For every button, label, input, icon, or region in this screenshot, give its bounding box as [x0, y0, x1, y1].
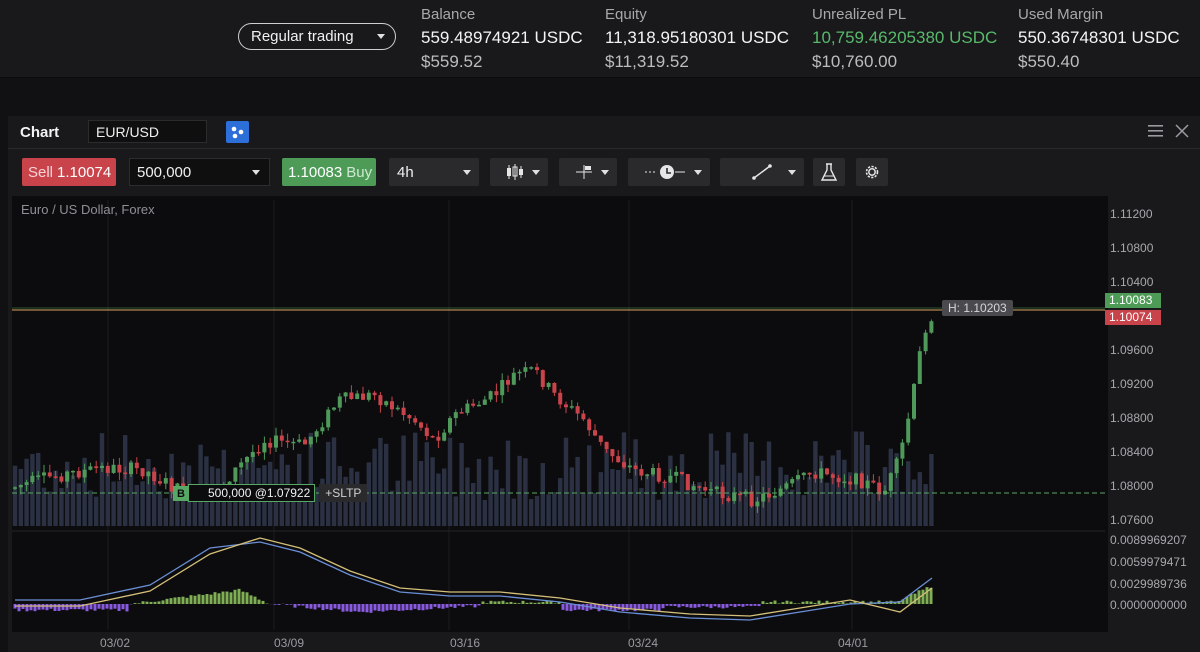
candlestick-icon	[507, 164, 523, 180]
macd-tick: 0.0089969207	[1110, 533, 1187, 547]
gear-icon	[865, 165, 879, 179]
balance-stat: Balance 559.48974921 USDC $559.52	[421, 6, 583, 72]
close-icon[interactable]	[1174, 123, 1190, 139]
macd-tick: 0.0000000000	[1110, 598, 1187, 612]
date-tick: 03/09	[274, 636, 305, 650]
time-scale-select[interactable]	[628, 158, 710, 186]
symbol-compare-button[interactable]	[226, 121, 249, 143]
caret-down-icon	[463, 169, 471, 175]
unrealized-pl-stat: Unrealized PL 10,759.46205380 USDC $10,7…	[812, 6, 997, 72]
hamburger-menu-icon[interactable]	[1148, 125, 1163, 137]
trading-mode-select[interactable]: Regular trading	[238, 23, 396, 50]
equity-value: 11,318.95180301 USDC	[605, 28, 789, 47]
buy-price: 1.10083	[288, 163, 343, 181]
drawing-tools-select[interactable]	[720, 158, 804, 186]
price-tick: 1.09600	[1110, 343, 1154, 357]
trading-mode-label: Regular trading	[251, 28, 354, 45]
high-label: H: 1.10203	[942, 300, 1013, 316]
chart-toolbar: Sell 1.10074 500,000 1.10083 Buy 4h	[8, 154, 1200, 190]
date-tick: 03/16	[450, 636, 481, 650]
price-tick: 1.09200	[1110, 377, 1154, 391]
unrealized-pl-usd: $10,760.00	[812, 52, 898, 71]
used-margin-value: 550.36748301 USDC	[1018, 28, 1180, 47]
studies-button[interactable]	[813, 158, 845, 186]
trend-line-icon	[752, 164, 772, 180]
indicators-select[interactable]	[559, 158, 617, 186]
chart-panel: Chart EUR/USD Sell 1.10074 500,000 1.100…	[8, 116, 1200, 652]
quantity-value: 500,000	[137, 163, 192, 181]
balance-usd: $559.52	[421, 52, 483, 71]
price-tick: 1.08400	[1110, 445, 1154, 459]
panel-title: Chart	[20, 124, 60, 141]
settings-button[interactable]	[856, 158, 888, 186]
price-tick: 1.10400	[1110, 275, 1154, 289]
macd-tick: 0.0059979471	[1110, 555, 1187, 569]
equity-usd: $11,319.52	[605, 52, 689, 71]
date-tick: 03/02	[100, 636, 131, 650]
indicator-icon	[576, 165, 592, 179]
quantity-select[interactable]: 500,000	[129, 158, 270, 186]
price-tick: 1.07600	[1110, 513, 1154, 527]
caret-down-icon	[532, 169, 540, 175]
sell-label: Sell	[28, 163, 54, 181]
ask-price-tag: 1.10083	[1105, 293, 1161, 308]
timeframe-select[interactable]: 4h	[389, 158, 479, 186]
bid-price-tag: 1.10074	[1105, 310, 1161, 325]
caret-down-icon	[377, 34, 385, 39]
unrealized-pl-value: 10,759.46205380 USDC	[812, 28, 998, 47]
position-side-badge: B	[173, 485, 189, 501]
unrealized-pl-title: Unrealized PL	[812, 6, 907, 23]
balance-value: 559.48974921 USDC	[421, 28, 583, 47]
price-tick: 1.11200	[1110, 207, 1153, 221]
chart-type-select[interactable]	[490, 158, 548, 186]
used-margin-stat: Used Margin 550.36748301 USDC $550.40	[1018, 6, 1180, 72]
position-text: 500,000 @1.07922	[188, 484, 316, 502]
buy-label: Buy	[346, 163, 373, 181]
equity-stat: Equity 11,318.95180301 USDC $11,319.52	[605, 6, 789, 72]
compare-icon	[231, 126, 244, 139]
chart-canvas[interactable]	[12, 196, 1108, 632]
price-tick: 1.10800	[1110, 241, 1154, 255]
sell-price: 1.10074	[57, 163, 112, 181]
flask-icon	[820, 163, 838, 181]
chart-panel-header: Chart EUR/USD	[8, 116, 1200, 149]
caret-down-icon	[788, 169, 796, 175]
caret-down-icon	[601, 169, 609, 175]
account-bar: Regular trading Balance 559.48974921 USD…	[0, 0, 1200, 78]
used-margin-usd: $550.40	[1018, 52, 1080, 71]
sltp-button[interactable]: +SLTP	[319, 484, 368, 502]
caret-down-icon	[252, 169, 260, 175]
position-label[interactable]: B 500,000 @1.07922 +SLTP	[173, 484, 368, 502]
buy-button[interactable]: 1.10083 Buy	[282, 158, 376, 186]
used-margin-title: Used Margin	[1018, 6, 1104, 23]
caret-down-icon	[694, 169, 702, 175]
price-tick: 1.08000	[1110, 479, 1154, 493]
timeframe-value: 4h	[397, 163, 414, 181]
symbol-input[interactable]: EUR/USD	[88, 120, 207, 143]
instrument-label: Euro / US Dollar, Forex	[21, 202, 155, 217]
balance-title: Balance	[421, 6, 476, 23]
price-tick: 1.08800	[1110, 411, 1154, 425]
equity-title: Equity	[605, 6, 647, 23]
date-tick: 04/01	[838, 636, 869, 650]
clock-icon	[645, 165, 685, 179]
sell-button[interactable]: Sell 1.10074	[22, 158, 116, 186]
date-tick: 03/24	[628, 636, 659, 650]
macd-tick: 0.0029989736	[1110, 577, 1187, 591]
